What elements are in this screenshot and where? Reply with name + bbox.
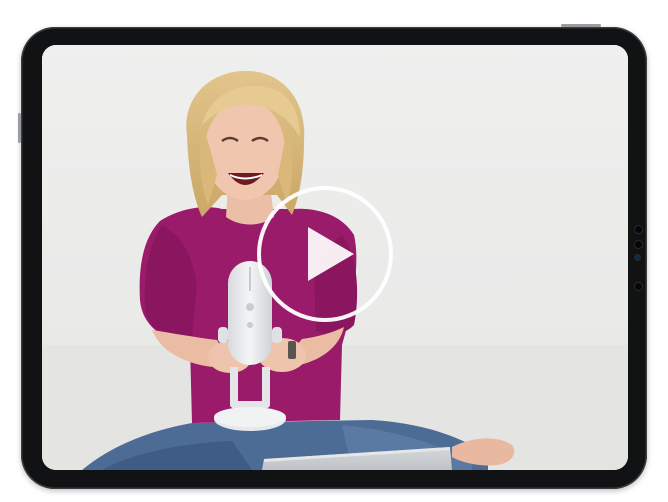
video-player[interactable] — [42, 45, 628, 470]
sensor-dot-3 — [635, 283, 642, 290]
sensor-dot — [635, 241, 642, 248]
play-circle-icon[interactable] — [254, 183, 396, 325]
volume-button — [18, 113, 21, 143]
sensor-dot-2 — [635, 255, 640, 260]
tablet-device — [18, 24, 647, 489]
power-button — [561, 24, 601, 27]
front-camera-icon — [635, 226, 642, 233]
